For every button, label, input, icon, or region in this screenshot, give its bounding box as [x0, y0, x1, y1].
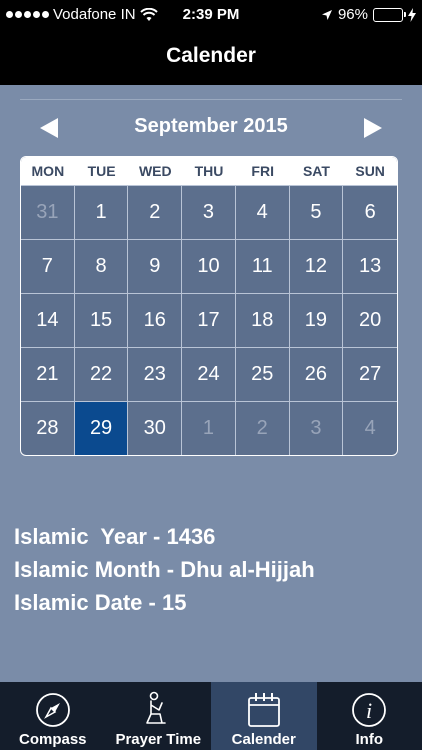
calendar-day-other-month[interactable]: 31	[21, 185, 75, 239]
tab-label: Prayer Time	[115, 731, 202, 748]
tab-label: Info	[355, 731, 384, 748]
calendar-day[interactable]: 27	[343, 347, 397, 401]
calendar-day[interactable]: 16	[128, 293, 183, 347]
calendar-day[interactable]: 5	[289, 185, 344, 239]
svg-text:i: i	[366, 698, 372, 723]
calendar-grid: MON TUE WED THU FRI SAT SUN 31 1 2 3 4 5 6 7 8 9 10 11 12 1…	[20, 156, 398, 456]
calendar-day-selected[interactable]: 29	[74, 401, 129, 455]
calendar-day[interactable]: 10	[182, 239, 236, 293]
weekday-label: FRI	[251, 163, 274, 179]
islamic-year: Islamic Year - 1436	[14, 524, 216, 549]
calendar-day[interactable]: 13	[343, 239, 397, 293]
calendar-day[interactable]: 20	[343, 293, 397, 347]
battery-percent: 96%	[337, 6, 368, 23]
calendar-day[interactable]: 28	[21, 401, 75, 455]
calendar-day[interactable]: 17	[182, 293, 236, 347]
weekday-label: SUN	[355, 163, 385, 179]
tab-compass[interactable]: Compass	[0, 682, 106, 750]
calendar-day-other-month[interactable]: 4	[343, 401, 397, 455]
tab-label: Calender	[231, 731, 296, 748]
calendar-day[interactable]: 18	[235, 293, 290, 347]
calendar-icon	[247, 693, 280, 727]
calendar-day[interactable]: 30	[128, 401, 183, 455]
month-title: September 2015	[134, 115, 288, 137]
calendar-day[interactable]: 15	[74, 293, 129, 347]
calendar-day[interactable]: 21	[21, 347, 75, 401]
calendar-days: 31 1 2 3 4 5 6 7 8 9 10 11 12 13 14 15 16 17 18 19 20 21 22 23 2…	[21, 185, 397, 455]
nav-title: Calender	[0, 30, 422, 85]
weekday-label: THU	[194, 163, 224, 179]
calendar-day-other-month[interactable]: 1	[182, 401, 236, 455]
islamic-month: Islamic Month - Dhu al-Hijjah	[14, 557, 315, 582]
location-arrow-icon	[321, 9, 332, 20]
calendar-day[interactable]: 25	[235, 347, 290, 401]
tab-prayer-time[interactable]: Prayer Time	[106, 682, 212, 750]
info-icon: i	[352, 693, 387, 727]
calendar-day[interactable]: 2	[128, 185, 183, 239]
divider	[20, 99, 402, 100]
calendar-day[interactable]: 11	[235, 239, 290, 293]
calendar-day[interactable]: 19	[289, 293, 344, 347]
status-bar: Vodafone IN 2:39 PM 96%	[0, 0, 422, 30]
weekday-label: SAT	[302, 163, 330, 179]
weekday-label: MON	[31, 163, 65, 179]
tab-calender[interactable]: Calender	[211, 682, 317, 750]
calendar-day-other-month[interactable]: 2	[235, 401, 290, 455]
month-selector: September 2015	[0, 112, 422, 144]
tab-label: Compass	[18, 731, 87, 748]
calendar-day[interactable]: 4	[235, 185, 290, 239]
calendar-day[interactable]: 1	[74, 185, 129, 239]
battery-icon	[373, 7, 406, 22]
charging-bolt-icon	[408, 7, 416, 22]
calendar-day[interactable]: 9	[128, 239, 183, 293]
calendar-day[interactable]: 8	[74, 239, 129, 293]
compass-icon	[35, 693, 70, 727]
calendar-day[interactable]: 26	[289, 347, 344, 401]
calendar-day[interactable]: 14	[21, 293, 75, 347]
calendar-day[interactable]: 12	[289, 239, 344, 293]
status-right: 96%	[321, 6, 416, 23]
tab-bar: Compass Prayer Time Calender i Info	[0, 682, 422, 750]
prayer-icon	[146, 691, 167, 724]
calendar-day[interactable]: 24	[182, 347, 236, 401]
calendar-day[interactable]: 7	[21, 239, 75, 293]
calendar-day[interactable]: 22	[74, 347, 129, 401]
next-month-arrow-icon[interactable]	[360, 116, 384, 140]
calendar-day[interactable]: 6	[343, 185, 397, 239]
weekday-header: MON TUE WED THU FRI SAT SUN	[21, 157, 397, 185]
weekday-label: WED	[138, 163, 172, 179]
tab-info[interactable]: i Info	[317, 682, 422, 750]
islamic-date-info: Islamic Year - 1436 Islamic Month - Dhu …	[14, 520, 315, 619]
calendar-day[interactable]: 23	[128, 347, 183, 401]
calendar-day-other-month[interactable]: 3	[289, 401, 344, 455]
weekday-label: TUE	[87, 163, 116, 179]
islamic-date: Islamic Date - 15	[14, 590, 187, 615]
calendar-day[interactable]: 3	[182, 185, 236, 239]
